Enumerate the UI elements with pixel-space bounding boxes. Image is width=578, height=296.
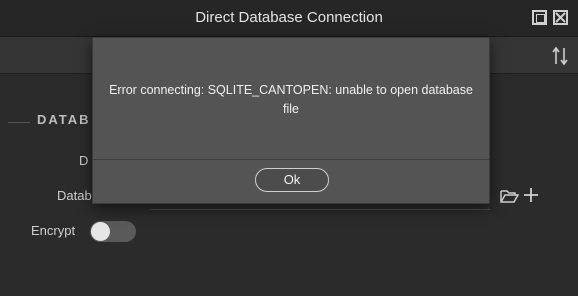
encrypt-label: Encrypt — [31, 223, 76, 238]
folder-open-icon[interactable] — [500, 188, 519, 204]
section-title: DATAB — [37, 112, 91, 127]
dialog-divider — [93, 159, 489, 160]
title-bar: Direct Database Connection — [0, 0, 578, 37]
section-divider — [8, 122, 30, 123]
encrypt-toggle[interactable] — [90, 221, 136, 242]
field-label: D — [79, 153, 89, 168]
database-path-input[interactable] — [150, 209, 490, 210]
sort-arrows-icon[interactable] — [552, 46, 568, 66]
database-label: Datab — [57, 188, 92, 203]
error-dialog: Error connecting: SQLITE_CANTOPEN: unabl… — [92, 37, 490, 204]
maximize-icon[interactable] — [532, 10, 547, 25]
toggle-knob — [91, 222, 110, 241]
error-message: Error connecting: SQLITE_CANTOPEN: unabl… — [109, 83, 473, 116]
close-icon[interactable] — [553, 10, 568, 25]
ok-button[interactable]: Ok — [255, 168, 329, 192]
plus-icon[interactable] — [523, 187, 539, 203]
window-title: Direct Database Connection — [195, 9, 383, 26]
